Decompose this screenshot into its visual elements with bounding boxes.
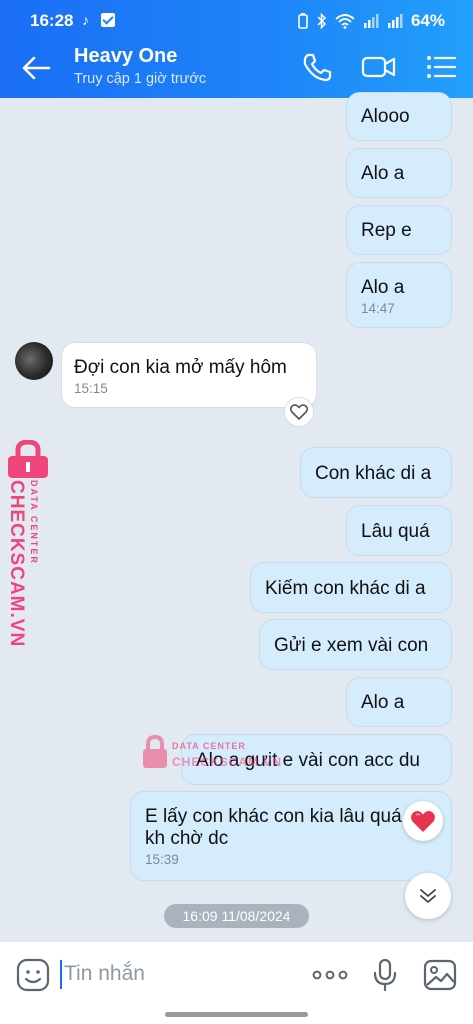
- checkbox-notification-icon: [101, 13, 115, 27]
- watermark-center-tag: DATA CENTER: [172, 741, 246, 751]
- watermark-tag: DATA CENTER: [29, 480, 39, 565]
- date-separator: 16:09 11/08/2024: [164, 904, 309, 928]
- battery-percent: 64%: [410, 11, 445, 30]
- message-bubble[interactable]: Gửi e xem vài con: [259, 619, 452, 670]
- message-input-bar: Tin nhắn: [0, 941, 473, 1024]
- signal-icon: [363, 14, 379, 28]
- message-text: Alo a: [361, 277, 405, 298]
- message-bubble[interactable]: Lâu quá: [346, 505, 452, 556]
- message-bubble[interactable]: Kiếm con khác di a: [250, 562, 452, 613]
- microphone-icon[interactable]: [372, 958, 398, 992]
- message-text: Rep e: [361, 220, 412, 241]
- menu-icon[interactable]: [425, 52, 457, 82]
- battery-saver-icon: [298, 13, 308, 29]
- text-caret: [60, 960, 62, 989]
- image-icon[interactable]: [423, 958, 457, 992]
- heart-reaction-icon[interactable]: [403, 801, 443, 841]
- message-bubble[interactable]: Alo a: [346, 148, 452, 198]
- back-arrow-icon[interactable]: [20, 54, 52, 82]
- message-text: Lâu quá: [361, 521, 430, 542]
- watermark-brand: CHECKSCAM.VN: [6, 480, 27, 648]
- message-text: Alo a: [361, 163, 405, 184]
- conversation-title[interactable]: Heavy One: [74, 45, 177, 68]
- message-bubble[interactable]: Alo a: [346, 677, 452, 727]
- tiktok-icon: ♪: [82, 12, 89, 28]
- top-bar: 16:28 ♪ 64% Heavy One Truy cập 1 giờ trư…: [0, 0, 473, 98]
- wifi-icon: [335, 14, 355, 29]
- status-icons: 64%: [298, 11, 445, 31]
- video-call-icon[interactable]: [361, 52, 397, 82]
- bluetooth-icon: [317, 13, 327, 29]
- message-text: Gửi e xem vài con: [274, 635, 429, 656]
- message-time: 14:47: [361, 301, 395, 316]
- message-bubble[interactable]: Con khác di a: [300, 447, 452, 498]
- message-text: Alooo: [361, 106, 410, 127]
- message-time: 15:15: [74, 381, 108, 396]
- message-bubble[interactable]: E lấy con khác con kia lâu quá kh chờ dc…: [130, 791, 452, 881]
- lock-watermark-icon: [8, 440, 48, 478]
- chevron-double-down-icon[interactable]: [405, 873, 451, 919]
- message-bubble[interactable]: Rep e: [346, 205, 452, 255]
- message-text: Con khác di a: [315, 463, 432, 484]
- last-seen-status: Truy cập 1 giờ trước: [74, 71, 207, 87]
- message-text: Alo a: [361, 692, 405, 713]
- heart-outline-icon[interactable]: [284, 397, 314, 427]
- message-input[interactable]: Tin nhắn: [64, 962, 145, 986]
- message-text: Đợi con kia mở mấy hôm: [74, 357, 287, 378]
- signal-icon-2: [387, 14, 403, 28]
- phone-icon[interactable]: [301, 52, 333, 82]
- message-bubble-incoming[interactable]: Đợi con kia mở mấy hôm 15:15: [61, 342, 317, 408]
- message-bubble[interactable]: Alo a 14:47: [346, 262, 452, 328]
- message-time: 15:39: [145, 852, 179, 867]
- message-text: Kiếm con khác di a: [265, 578, 426, 599]
- lock-watermark-icon-center: [143, 734, 167, 768]
- avatar[interactable]: [15, 342, 53, 380]
- message-bubble[interactable]: Alooo: [346, 92, 452, 141]
- status-time: 16:28: [30, 11, 74, 30]
- watermark-center-brand: CHECKSCAM.VN: [172, 755, 283, 769]
- message-text: E lấy con khác con kia lâu quá: [145, 806, 402, 827]
- home-indicator: [165, 1012, 308, 1017]
- emoji-icon[interactable]: [16, 958, 50, 992]
- status-bar: 16:28 ♪ 64%: [0, 0, 473, 40]
- message-text-line2: kh chờ dc: [145, 828, 229, 849]
- more-icon[interactable]: [311, 958, 349, 992]
